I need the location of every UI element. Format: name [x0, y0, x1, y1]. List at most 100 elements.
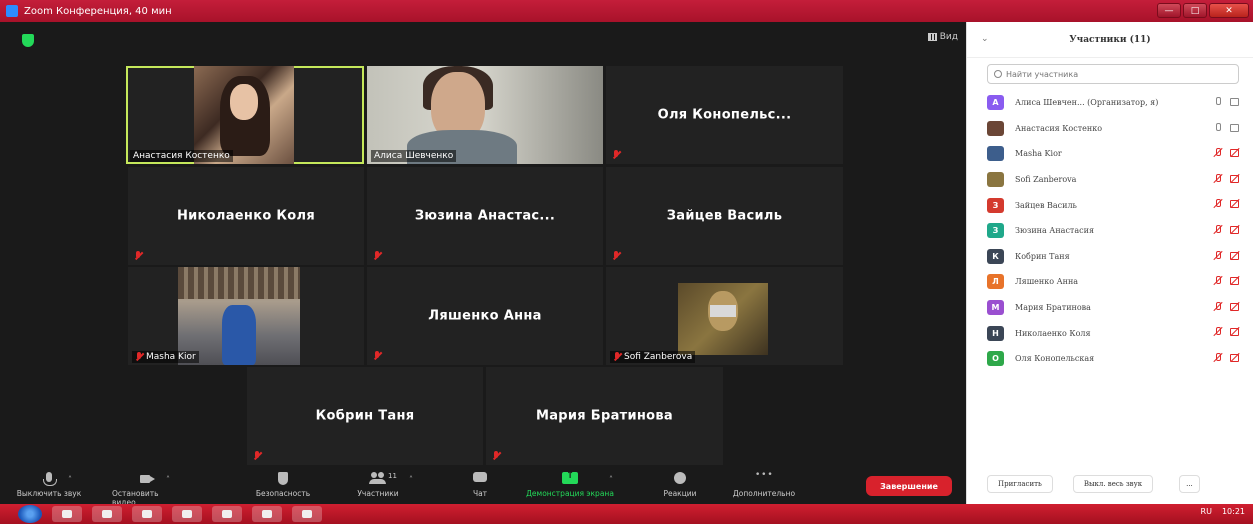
participant-row[interactable]: М Мария Братинова	[967, 295, 1253, 321]
participant-video	[678, 283, 768, 355]
participant-name-label: Sofi Zanberova	[610, 351, 696, 363]
camera-icon	[1230, 97, 1239, 106]
security-shield-icon[interactable]	[22, 34, 34, 47]
reactions-button[interactable]: Реакции	[655, 472, 705, 498]
mute-button[interactable]: ˄ Выключить звук	[14, 472, 84, 498]
video-off-icon	[1230, 251, 1239, 260]
participant-name: Зайцев Василь	[1015, 200, 1077, 210]
avatar: М	[987, 300, 1004, 316]
participant-row[interactable]: О Оля Конопельская	[967, 346, 1253, 372]
participant-name: Николаенко Коля	[1015, 328, 1091, 338]
close-button[interactable]: ✕	[1209, 3, 1249, 18]
taskbar-app[interactable]	[92, 506, 122, 522]
video-tile[interactable]: Зайцев Василь	[606, 167, 843, 265]
more-button[interactable]: Дополнительно	[724, 470, 804, 498]
participants-panel: ⌄ Участники (11) A Алиса Шевчен... (Орган…	[966, 22, 1253, 504]
taskbar-app[interactable]	[292, 506, 322, 522]
caret-up-icon[interactable]: ˄	[609, 475, 613, 484]
chat-label: Чат	[472, 489, 488, 498]
minimize-button[interactable]: —	[1157, 3, 1181, 18]
video-tile[interactable]: Николаенко Коля	[128, 167, 364, 265]
microphone-icon	[1213, 122, 1222, 132]
participant-row[interactable]: Анастасия Костенко	[967, 116, 1253, 142]
taskbar-app[interactable]	[252, 506, 282, 522]
video-tile[interactable]: Ляшенко Анна	[367, 267, 603, 365]
avatar: Л	[987, 274, 1004, 290]
muted-mic-icon	[1213, 173, 1222, 183]
video-tile[interactable]: Алиса Шевченко	[367, 66, 603, 164]
video-tile[interactable]: Masha Kior	[128, 267, 364, 365]
participant-row[interactable]: З Зюзина Анастасия	[967, 218, 1253, 244]
participants-icon: 11 ˄	[369, 472, 413, 486]
participant-name: Кобрин Таня	[315, 408, 415, 424]
caret-up-icon[interactable]: ˄	[166, 475, 170, 484]
shield-icon	[274, 472, 292, 486]
muted-mic-icon	[1213, 224, 1222, 234]
panel-more-button[interactable]: ...	[1179, 475, 1200, 493]
video-tile[interactable]: Sofi Zanberova	[606, 267, 843, 365]
video-tile[interactable]: Зюзина Анастас...	[367, 167, 603, 265]
language-indicator[interactable]: RU	[1201, 507, 1212, 516]
more-icon	[755, 470, 773, 486]
participant-status-icons	[1213, 148, 1239, 158]
video-off-icon	[1230, 199, 1239, 209]
caret-up-icon[interactable]: ˄	[409, 475, 413, 484]
participant-row[interactable]: Л Ляшенко Анна	[967, 269, 1253, 295]
muted-mic-icon	[1213, 352, 1222, 362]
participant-row[interactable]: Н Николаенко Коля	[967, 320, 1253, 346]
video-tile[interactable]: Мария Братинова	[486, 367, 723, 465]
security-button[interactable]: Безопасность	[248, 472, 318, 498]
panel-footer: Пригласить Выкл. весь звук ...	[967, 464, 1253, 504]
participant-search[interactable]	[987, 64, 1239, 84]
participant-status-icons	[1213, 250, 1239, 260]
video-off-icon	[1230, 148, 1239, 158]
participant-row[interactable]: З Зайцев Василь	[967, 192, 1253, 218]
microphone-icon	[1213, 97, 1222, 106]
start-button[interactable]	[18, 505, 42, 523]
reactions-icon	[671, 472, 689, 486]
zoom-window: Zoom Конференция, 40 мин — □ ✕ Вид Анаст…	[0, 0, 1253, 524]
participant-status-icons	[1213, 301, 1239, 311]
participant-row[interactable]: К Кобрин Таня	[967, 244, 1253, 270]
stop-video-button[interactable]: ˄ Остановить видео	[112, 472, 182, 507]
share-screen-button[interactable]: ˄ Демонстрация экрана	[520, 470, 620, 498]
participant-row[interactable]: A Алиса Шевчен... (Организатор, я)	[967, 90, 1253, 116]
muted-mic-icon	[1213, 199, 1222, 208]
clock[interactable]: 10:21	[1222, 507, 1245, 516]
search-input[interactable]	[1006, 69, 1206, 79]
share-screen-icon: ˄	[561, 470, 613, 486]
invite-button[interactable]: Пригласить	[987, 475, 1053, 493]
chat-button[interactable]: Чат	[460, 472, 500, 498]
participant-row[interactable]: Sofi Zanberova	[967, 167, 1253, 193]
avatar: З	[987, 197, 1004, 213]
system-tray: RU 10:21	[1201, 507, 1245, 516]
taskbar-app[interactable]	[52, 506, 82, 522]
participant-status-icons	[1213, 327, 1239, 337]
muted-mic-icon	[1213, 250, 1222, 260]
grid-view-icon	[927, 33, 937, 41]
participant-row[interactable]: Masha Kior	[967, 141, 1253, 167]
muted-mic-icon	[1213, 276, 1222, 285]
chevron-down-icon[interactable]: ⌄	[981, 34, 989, 44]
caret-up-icon[interactable]: ˄	[68, 475, 72, 484]
taskbar-app[interactable]	[212, 506, 242, 522]
muted-mic-icon	[134, 251, 142, 261]
mute-all-button[interactable]: Выкл. весь звук	[1072, 475, 1154, 493]
video-tile[interactable]: Оля Конопельс...	[606, 66, 843, 164]
participants-button[interactable]: 11 ˄ Участники	[348, 472, 413, 498]
taskbar-app[interactable]	[172, 506, 202, 522]
view-button[interactable]: Вид	[927, 32, 958, 42]
participant-name: Ляшенко Анна	[1015, 277, 1079, 287]
video-tile[interactable]: Кобрин Таня	[247, 367, 483, 465]
participants-label: Участники	[357, 489, 399, 498]
participant-name: Ляшенко Анна	[428, 308, 542, 324]
participant-name: Анастасия Костенко	[1015, 123, 1103, 133]
muted-mic-icon	[492, 451, 500, 461]
video-tile[interactable]: Анастасия Костенко	[126, 66, 364, 164]
end-meeting-button[interactable]: Завершение	[866, 476, 952, 496]
participant-name: Алиса Шевчен... (Организатор, я)	[1015, 98, 1159, 108]
participant-name: Зайцев Василь	[666, 208, 783, 224]
taskbar-app[interactable]	[132, 506, 162, 522]
maximize-button[interactable]: □	[1183, 3, 1207, 18]
avatar: З	[987, 223, 1004, 239]
